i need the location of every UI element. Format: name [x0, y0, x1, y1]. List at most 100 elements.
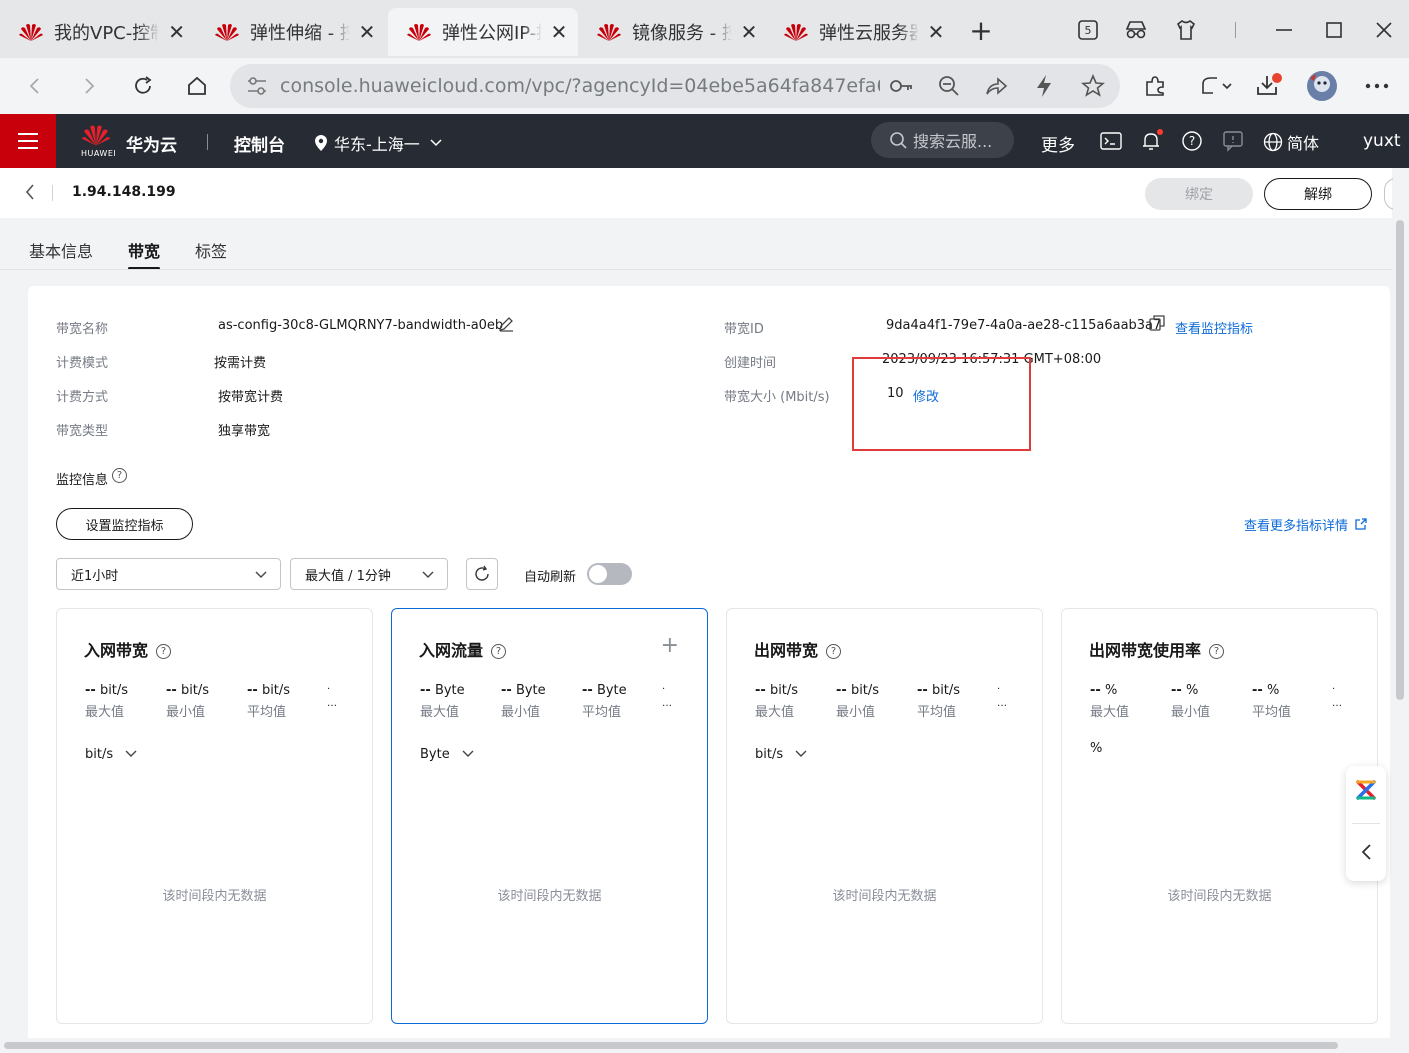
help-icon[interactable]: ?	[112, 468, 127, 483]
site-settings-icon[interactable]	[246, 76, 268, 96]
view-metrics-link[interactable]: 查看监控指标	[1175, 318, 1253, 337]
brand-name[interactable]: 华为云	[126, 131, 177, 156]
more-stats-ellipsis: ·…	[327, 684, 337, 709]
stat-min: -- Byte 最小值	[501, 683, 546, 720]
close-tab-icon[interactable]: ✕	[167, 20, 186, 44]
close-tab-icon[interactable]: ✕	[927, 20, 945, 44]
scrollbar-thumb[interactable]	[1396, 220, 1404, 700]
close-window-icon[interactable]	[1366, 14, 1402, 46]
search-input[interactable]: 搜索云服...	[871, 122, 1014, 158]
bind-button[interactable]: 绑定	[1145, 178, 1253, 210]
stat-max: -- bit/s 最大值	[755, 683, 799, 720]
set-monitor-metrics-button[interactable]: 设置监控指标	[56, 508, 193, 540]
metric-card-outbound-usage[interactable]: 出网带宽使用率? -- % 最大值 -- % 最小值 -- % 平均值 ·… % 该时…	[1061, 608, 1378, 1024]
download-icon[interactable]	[1252, 70, 1286, 102]
minimize-icon[interactable]	[1266, 14, 1302, 46]
huawei-logo-icon[interactable]	[80, 122, 112, 148]
new-tab-icon[interactable]: +	[966, 14, 996, 47]
favorite-star-icon[interactable]	[1081, 74, 1105, 98]
zoom-out-icon[interactable]	[938, 75, 960, 97]
extensions-shirt-icon[interactable]	[1168, 14, 1204, 46]
browser-tab-autoscaling[interactable]: 弹性伸缩 - 控制台 ✕	[196, 8, 386, 56]
page-title: 1.94.148.199	[72, 184, 176, 200]
tab-bandwidth[interactable]: 带宽	[128, 238, 161, 270]
profile-avatar[interactable]	[1305, 70, 1339, 102]
reload-icon[interactable]	[126, 70, 160, 102]
help-icon[interactable]: ?	[1209, 644, 1225, 659]
feedback-icon[interactable]	[1221, 129, 1245, 153]
cloud-shell-icon[interactable]	[1099, 129, 1123, 153]
chevron-down-icon	[125, 750, 137, 757]
tab-tags[interactable]: 标签	[195, 238, 227, 262]
language-selector[interactable]: 简体	[1263, 130, 1319, 154]
huawei-logo-icon	[19, 24, 43, 41]
maximize-icon[interactable]	[1316, 14, 1352, 46]
collapse-chevron-icon[interactable]	[1360, 843, 1372, 861]
tab-basic-info[interactable]: 基本信息	[29, 238, 93, 262]
browser-tab-ims[interactable]: 镜像服务 - 控制台 ✕	[578, 8, 768, 56]
share-icon[interactable]	[984, 75, 1008, 97]
tab-count-icon[interactable]: 5	[1070, 14, 1106, 46]
stat-min: -- bit/s 最小值	[166, 683, 210, 720]
more-menu-icon[interactable]	[1360, 70, 1394, 102]
bandwidth-name-label: 带宽名称	[56, 322, 109, 337]
extensions-icon[interactable]	[1138, 70, 1172, 102]
chevron-down-icon	[795, 750, 807, 757]
address-bar[interactable]: console.huaweicloud.com/vpc/?agencyId=04…	[230, 64, 1120, 108]
home-icon[interactable]	[180, 70, 214, 102]
close-tab-icon[interactable]: ✕	[550, 20, 568, 44]
auto-refresh-toggle[interactable]	[587, 563, 632, 585]
metric-card-outbound-bandwidth[interactable]: 出网带宽? -- bit/s 最大值 -- bit/s 最小值 -- bit/s 平均…	[726, 608, 1043, 1024]
more-menu[interactable]: 更多	[1041, 131, 1075, 156]
chevron-down-icon	[430, 139, 442, 147]
notification-bell-icon[interactable]	[1140, 129, 1164, 153]
browser-tab-eip[interactable]: 弹性公网IP-控制台 ✕	[388, 8, 578, 56]
browser-tab-ecs[interactable]: 弹性云服务器 ✕	[765, 8, 955, 56]
help-icon[interactable]: ?	[491, 644, 507, 659]
help-icon[interactable]: ?	[1180, 129, 1204, 153]
help-icon[interactable]: ?	[156, 644, 172, 659]
more-metrics-link[interactable]: 查看更多指标详情	[1244, 515, 1367, 534]
metric-card-inbound-traffic[interactable]: 入网流量? + -- Byte 最大值 -- Byte 最小值 -- Byte 平均值…	[391, 608, 708, 1024]
undo-dropdown-icon[interactable]	[1196, 70, 1236, 102]
detail-topbar: 1.94.148.199 绑定 解绑	[0, 168, 1396, 218]
forward-icon[interactable]	[72, 70, 106, 102]
scrollbar-thumb[interactable]	[4, 1042, 1338, 1049]
unbind-button[interactable]: 解绑	[1264, 178, 1372, 210]
floating-assistant-widget[interactable]	[1346, 766, 1386, 881]
help-icon[interactable]: ?	[826, 644, 842, 659]
edit-pencil-icon[interactable]	[498, 316, 514, 332]
unit-select[interactable]: bit/s	[755, 747, 807, 762]
globe-icon	[1263, 132, 1283, 152]
incognito-icon[interactable]	[1118, 14, 1154, 46]
user-name[interactable]: yuxt	[1363, 131, 1401, 151]
close-tab-icon[interactable]: ✕	[358, 20, 376, 44]
huawei-logo-icon	[407, 24, 431, 41]
key-icon[interactable]	[890, 76, 914, 96]
back-arrow-icon[interactable]	[24, 182, 36, 202]
console-header: HUAWEI 华为云 控制台 华东-上海一 搜索云服... 更多 ? 简体 yu…	[0, 114, 1409, 168]
divider	[52, 185, 53, 201]
copy-icon[interactable]	[1149, 315, 1165, 331]
region-selector[interactable]: 华东-上海一	[314, 131, 442, 155]
console-link[interactable]: 控制台	[234, 131, 285, 156]
unit-select[interactable]: Byte	[420, 747, 474, 762]
refresh-icon	[475, 565, 489, 581]
lightning-icon[interactable]	[1034, 74, 1054, 98]
refresh-button[interactable]	[466, 558, 498, 590]
tab-label: 弹性公网IP-控制台	[442, 23, 542, 44]
vertical-scrollbar[interactable]	[1393, 168, 1409, 1053]
browser-toolbar: console.huaweicloud.com/vpc/?agencyId=04…	[0, 58, 1409, 114]
time-range-select[interactable]: 近1小时	[56, 558, 281, 590]
browser-tab-vpc[interactable]: 我的VPC-控制台 ✕	[0, 8, 196, 56]
horizontal-scrollbar[interactable]	[0, 1038, 1393, 1053]
service-menu-icon[interactable]	[0, 114, 56, 168]
huawei-logo-icon	[784, 24, 808, 41]
assistant-logo-icon[interactable]	[1355, 778, 1377, 802]
close-tab-icon[interactable]: ✕	[740, 20, 758, 44]
metric-card-inbound-bandwidth[interactable]: 入网带宽? -- bit/s 最大值 -- bit/s 最小值 -- bit/s 平均…	[56, 608, 373, 1024]
aggregation-select[interactable]: 最大值 / 1分钟	[290, 558, 448, 590]
unit-select[interactable]: bit/s	[85, 747, 137, 762]
back-icon[interactable]	[18, 70, 52, 102]
add-icon[interactable]: +	[661, 633, 679, 658]
